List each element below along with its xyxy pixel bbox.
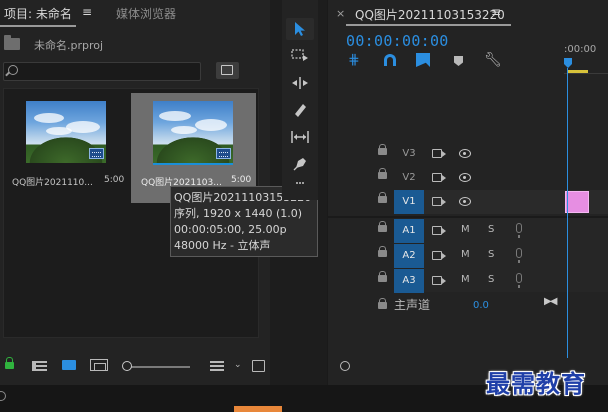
tooltip-duration: 00:00:05:00, 25.00p bbox=[174, 223, 287, 236]
zoom-slider-handle[interactable] bbox=[122, 361, 132, 371]
icon-view-icon[interactable] bbox=[62, 360, 76, 370]
track-label[interactable]: A3 bbox=[394, 269, 424, 293]
clip-thumbnail bbox=[153, 101, 233, 163]
close-icon[interactable]: × bbox=[336, 7, 345, 20]
zoom-slider-track[interactable] bbox=[124, 366, 190, 368]
clip-thumbnail bbox=[26, 101, 106, 163]
master-volume-value[interactable]: 0.0 bbox=[473, 300, 489, 311]
selection-tool-icon[interactable] bbox=[286, 18, 314, 40]
track-lock-icon[interactable] bbox=[378, 271, 387, 282]
watermark-logo: 最需教育 bbox=[486, 369, 586, 398]
project-filename: 未命名.prproj bbox=[34, 39, 104, 52]
toggle-sync-lock-icon[interactable] bbox=[432, 173, 446, 182]
clip-duration: 5:00 bbox=[104, 175, 125, 185]
razor-tool-icon[interactable] bbox=[286, 99, 314, 121]
active-tab-underline bbox=[0, 25, 76, 27]
track-label[interactable]: V1 bbox=[394, 190, 424, 214]
clip-duration: 5:00 bbox=[231, 175, 252, 185]
toggle-sync-lock-icon[interactable] bbox=[432, 197, 446, 206]
track-label[interactable]: A2 bbox=[394, 244, 424, 268]
clip-name: QQ图片2021110... bbox=[12, 178, 93, 188]
toggle-sync-lock-icon[interactable] bbox=[432, 226, 446, 235]
track-lock-icon[interactable] bbox=[378, 192, 387, 203]
tab-project-menu-icon[interactable]: ≡ bbox=[82, 5, 92, 19]
list-view-icon[interactable] bbox=[32, 361, 47, 371]
microphone-icon[interactable] bbox=[516, 223, 522, 238]
master-track-label: 主声道 bbox=[394, 298, 431, 312]
mute-button[interactable]: M bbox=[461, 274, 470, 285]
track-a1: A1 M S bbox=[328, 219, 608, 243]
sort-icon[interactable] bbox=[210, 361, 224, 371]
solo-button[interactable]: S bbox=[488, 249, 494, 260]
video-clip-badge-icon bbox=[89, 148, 104, 159]
track-label[interactable]: V2 bbox=[394, 166, 424, 190]
more-tools-icon[interactable] bbox=[286, 178, 314, 188]
tooltip-audio: 48000 Hz - 立体声 bbox=[174, 239, 271, 252]
track-lock-icon[interactable] bbox=[378, 221, 387, 232]
sequence-tab-menu-icon[interactable]: ≡ bbox=[491, 5, 501, 19]
sequence-tab[interactable]: QQ图片20211103153220 bbox=[355, 6, 505, 23]
video-audio-divider[interactable] bbox=[328, 216, 608, 218]
snap-icon[interactable]: ⋕ bbox=[348, 52, 364, 68]
go-to-in-out-icon[interactable]: ▶◀ bbox=[544, 296, 557, 307]
project-tabs: 项目: 未命名 ≡ 媒体浏览器 bbox=[0, 0, 270, 27]
track-v3: V3 bbox=[328, 142, 608, 166]
wrench-icon[interactable]: 🔧︎ bbox=[484, 52, 502, 68]
track-v2: V2 bbox=[328, 166, 608, 190]
track-label[interactable]: V3 bbox=[394, 142, 424, 166]
freeform-view-icon[interactable] bbox=[90, 359, 108, 371]
linked-selection-icon[interactable] bbox=[384, 54, 396, 66]
pen-tool-icon[interactable] bbox=[286, 153, 314, 175]
ripple-edit-tool-icon[interactable] bbox=[286, 72, 314, 94]
track-select-tool-icon[interactable] bbox=[286, 45, 314, 67]
add-marker-icon[interactable] bbox=[454, 56, 463, 66]
eye-icon[interactable] bbox=[459, 173, 471, 182]
timeline-clip-v1[interactable] bbox=[565, 191, 589, 213]
toggle-sync-lock-icon[interactable] bbox=[432, 276, 446, 285]
new-item-icon[interactable] bbox=[252, 360, 265, 372]
track-lock-icon[interactable] bbox=[378, 246, 387, 257]
mute-button[interactable]: M bbox=[461, 224, 470, 235]
slip-tool-icon[interactable] bbox=[286, 126, 314, 148]
track-lock-icon[interactable] bbox=[378, 144, 387, 155]
search-icon bbox=[8, 65, 18, 75]
find-icon bbox=[221, 65, 233, 75]
tools-panel bbox=[282, 0, 318, 200]
tooltip-format: 序列, 1920 x 1440 (1.0) bbox=[174, 207, 303, 220]
active-tab-underline bbox=[346, 24, 511, 26]
status-highlight bbox=[234, 406, 282, 412]
find-button[interactable] bbox=[216, 62, 239, 79]
track-lock-icon[interactable] bbox=[378, 298, 387, 309]
microphone-icon[interactable] bbox=[516, 248, 522, 263]
track-lock-icon[interactable] bbox=[378, 168, 387, 179]
eye-icon[interactable] bbox=[459, 149, 471, 158]
chevron-down-icon[interactable]: ⌄ bbox=[234, 360, 242, 370]
ruler-time-label: :00:00 bbox=[564, 44, 597, 55]
eye-icon[interactable] bbox=[459, 197, 471, 206]
mute-button[interactable]: M bbox=[461, 249, 470, 260]
solo-button[interactable]: S bbox=[488, 224, 494, 235]
scrollbar-handle[interactable] bbox=[340, 361, 350, 371]
project-bottom-toolbar: ⌄ bbox=[0, 350, 270, 382]
clip-usage-bar bbox=[153, 163, 233, 165]
insert-edit-icon[interactable] bbox=[416, 53, 430, 67]
search-input[interactable] bbox=[3, 62, 201, 81]
sequence-badge-icon bbox=[216, 148, 231, 159]
solo-button[interactable]: S bbox=[488, 274, 494, 285]
lock-icon[interactable] bbox=[5, 357, 14, 369]
microphone-icon[interactable] bbox=[516, 273, 522, 288]
clip-item[interactable]: QQ图片2021110... 5:00 bbox=[6, 93, 131, 203]
tab-project[interactable]: 项目: 未命名 bbox=[4, 5, 72, 22]
toggle-sync-lock-icon[interactable] bbox=[432, 251, 446, 260]
folder-icon bbox=[4, 35, 20, 50]
track-a3: A3 M S bbox=[328, 269, 608, 293]
playhead-timecode[interactable]: 00:00:00:00 bbox=[346, 32, 449, 50]
toggle-sync-lock-icon[interactable] bbox=[432, 149, 446, 158]
work-area-bar[interactable] bbox=[568, 70, 588, 73]
tab-media-browser[interactable]: 媒体浏览器 bbox=[116, 5, 176, 22]
track-label[interactable]: A1 bbox=[394, 219, 424, 243]
track-a2: A2 M S bbox=[328, 244, 608, 268]
playhead-line bbox=[567, 68, 568, 358]
timeline-panel: × QQ图片20211103153220 ≡ 00:00:00:00 ⋕ 🔧︎ … bbox=[327, 0, 608, 385]
